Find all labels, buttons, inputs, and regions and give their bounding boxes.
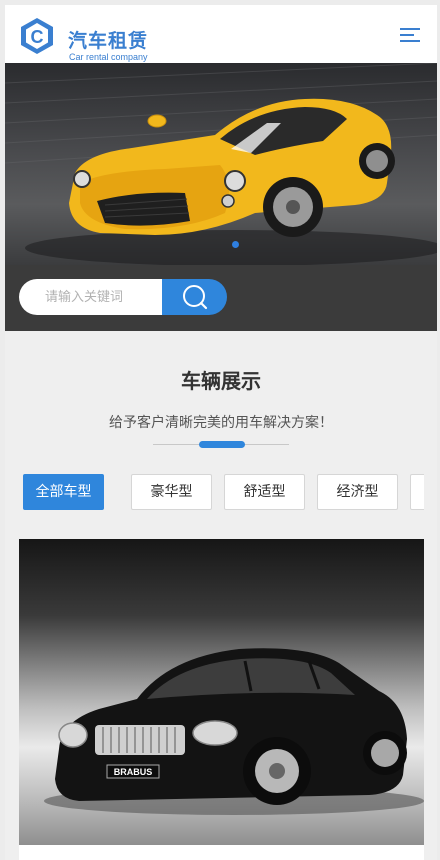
tab-all-models[interactable]: 全部车型 xyxy=(23,474,104,510)
logo-letter: C xyxy=(31,27,44,47)
license-plate-text: BRABUS xyxy=(114,767,153,777)
tab-more[interactable] xyxy=(410,474,424,510)
section-divider-accent xyxy=(199,441,245,448)
section-title: 车辆展示 xyxy=(181,369,261,393)
tab-luxury[interactable]: 豪华型 xyxy=(131,474,212,510)
carousel-dot-active[interactable] xyxy=(232,241,239,248)
car-card-footer xyxy=(19,845,424,860)
logo[interactable]: C 汽车租赁 Car rental company xyxy=(17,16,157,62)
search-button[interactable] xyxy=(162,279,227,315)
category-tabs: 全部车型 豪华型 舒适型 经济型 xyxy=(23,474,424,512)
section-subtitle: 给予客户清晰完美的用车解决方案！ xyxy=(109,415,333,431)
black-sedan-image: BRABUS xyxy=(44,648,424,815)
tab-economy[interactable]: 经济型 xyxy=(317,474,398,510)
logo-title: 汽车租赁 xyxy=(68,30,149,52)
tab-comfort[interactable]: 舒适型 xyxy=(224,474,305,510)
search-bar xyxy=(5,265,437,331)
hamburger-menu-button[interactable] xyxy=(398,25,422,45)
hero-banner[interactable] xyxy=(5,63,437,265)
search-icon xyxy=(183,285,208,310)
top-header: C 汽车租赁 Car rental company xyxy=(5,5,437,63)
hamburger-menu-icon xyxy=(400,28,420,42)
logo-subtitle: Car rental company xyxy=(69,52,148,62)
yellow-sports-car-image xyxy=(5,63,437,265)
car-card[interactable]: BRABUS xyxy=(19,539,424,845)
search-input[interactable] xyxy=(19,279,162,315)
logo-mark-icon: C xyxy=(21,18,53,54)
page: C 汽车租赁 Car rental company 请输入关键词 车辆展示 给予… xyxy=(5,5,437,860)
